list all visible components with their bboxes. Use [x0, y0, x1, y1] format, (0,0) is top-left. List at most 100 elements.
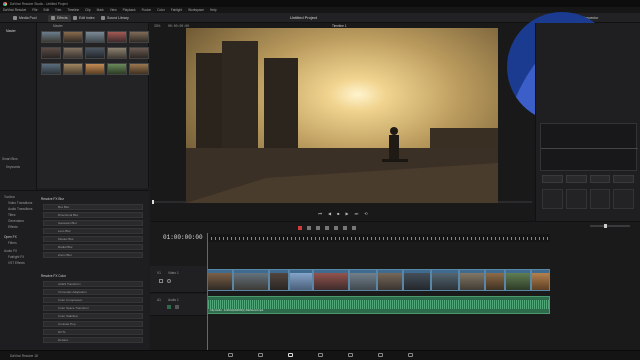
video-clip[interactable] [531, 269, 550, 291]
flag-icon[interactable] [343, 225, 347, 230]
video-clip[interactable] [289, 269, 313, 291]
reverse-play-icon[interactable]: ◀ [328, 211, 331, 216]
keywords-bin[interactable]: Keywords [6, 165, 20, 169]
menu-item[interactable]: DaVinci Resolve [3, 8, 26, 12]
eq-param-field[interactable] [589, 189, 611, 209]
fx-item[interactable]: Gaussian Blur [43, 220, 143, 226]
playhead[interactable] [207, 233, 208, 350]
snapping-icon[interactable] [325, 225, 329, 230]
menu-item[interactable]: Color [157, 8, 165, 12]
effects-button[interactable]: Effects [48, 14, 71, 22]
skip-back-icon[interactable]: ⏮ [318, 211, 322, 216]
edit-page-icon[interactable] [288, 353, 293, 357]
fx-section[interactable]: Filters [8, 241, 17, 245]
menu-item[interactable]: Mark [97, 8, 104, 12]
fusion-page-icon[interactable] [318, 353, 323, 357]
fx-section[interactable]: Titles [8, 213, 16, 217]
loop-icon[interactable]: ⟲ [364, 211, 367, 216]
timeline-ruler[interactable] [207, 234, 550, 242]
menu-item[interactable]: Edit [43, 8, 49, 12]
fx-item[interactable]: DCTL [43, 329, 143, 335]
video-clip[interactable] [403, 269, 431, 291]
fx-section[interactable]: Fairlight FX [8, 255, 24, 259]
fx-item[interactable]: Radial Blur [43, 244, 143, 250]
media-thumbnail[interactable] [129, 47, 149, 59]
fx-item[interactable]: Mosaic Blur [43, 236, 143, 242]
video-clip[interactable] [459, 269, 485, 291]
media-thumbnail[interactable] [107, 47, 127, 59]
media-thumbnail[interactable] [85, 31, 105, 43]
eq-band-button[interactable] [542, 175, 563, 183]
menu-item[interactable]: Timeline [67, 8, 79, 12]
media-thumbnail[interactable] [41, 47, 61, 59]
zoom-level[interactable]: 33% [154, 24, 160, 28]
fx-item[interactable]: Color Compressor [43, 297, 143, 303]
menu-item[interactable]: Workspace [188, 8, 204, 12]
eq-band-button[interactable] [565, 175, 587, 183]
sound-library-button[interactable]: Sound Library [98, 15, 132, 22]
play-icon[interactable]: ▶ [346, 211, 349, 216]
fx-item[interactable]: Zoom Blur [43, 252, 143, 258]
menu-item[interactable]: Clip [85, 8, 91, 12]
marker-icon[interactable] [352, 225, 356, 230]
media-thumbnail[interactable] [107, 63, 127, 75]
video-clip[interactable] [269, 269, 289, 291]
menu-item[interactable]: Playback [123, 8, 136, 12]
eye-icon[interactable] [167, 279, 171, 283]
solo-icon[interactable] [175, 305, 179, 309]
fx-section-selected[interactable]: Open FX [4, 235, 17, 239]
media-thumbnail[interactable] [63, 47, 83, 59]
cut-page-icon[interactable] [258, 353, 263, 357]
eq-band-button[interactable] [589, 175, 611, 183]
media-thumbnail[interactable] [63, 31, 83, 43]
scrubber-handle[interactable] [152, 200, 154, 204]
eq-graph[interactable] [540, 123, 638, 171]
track-name[interactable]: Video 1 [168, 271, 179, 275]
fx-section[interactable]: Video Transitions [8, 201, 32, 205]
color-page-icon[interactable] [348, 353, 353, 357]
track-name[interactable]: Audio 1 [168, 298, 179, 302]
menu-item[interactable]: Help [210, 8, 217, 12]
fx-section[interactable]: VST Effects [8, 261, 25, 265]
link-icon[interactable] [334, 225, 338, 230]
media-thumbnail[interactable] [107, 31, 127, 43]
fx-item[interactable]: Color Stabilizer [43, 313, 143, 319]
media-thumbnail[interactable] [41, 31, 61, 43]
eq-param-field[interactable] [565, 189, 587, 209]
eq-param-field[interactable] [613, 189, 634, 209]
fx-item[interactable]: Contrast Pop [43, 321, 143, 327]
fx-item[interactable]: Box Blur [43, 204, 143, 210]
lock-icon[interactable] [159, 279, 163, 283]
fx-item[interactable]: Directional Blur [43, 212, 143, 218]
fx-item[interactable]: ACES Transform [43, 281, 143, 287]
video-clip[interactable] [485, 269, 505, 291]
mute-icon[interactable] [167, 305, 171, 309]
menu-item[interactable]: Trim [55, 8, 61, 12]
eq-band-button[interactable] [613, 175, 634, 183]
fairlight-page-icon[interactable] [378, 353, 383, 357]
stop-icon[interactable]: ■ [337, 211, 339, 216]
video-clip[interactable] [349, 269, 377, 291]
fx-item[interactable]: Dehaze [43, 337, 143, 343]
media-thumbnail[interactable] [129, 31, 149, 43]
skip-forward-icon[interactable]: ⏭ [355, 211, 359, 216]
timeline-name[interactable]: Timeline 1 [332, 24, 347, 28]
media-thumbnail[interactable] [41, 63, 61, 75]
selection-tool-icon[interactable] [298, 225, 302, 230]
deliver-page-icon[interactable] [408, 353, 413, 357]
media-thumbnail[interactable] [129, 63, 149, 75]
video-clip[interactable] [207, 269, 233, 291]
fx-item[interactable]: Color Space Transform [43, 305, 143, 311]
menu-item[interactable]: View [110, 8, 117, 12]
fx-section[interactable]: Audio FX [4, 249, 17, 253]
media-pool-button[interactable]: Media Pool [10, 15, 40, 22]
video-clip[interactable] [313, 269, 349, 291]
menu-item[interactable]: Fairlight [171, 8, 182, 12]
zoom-slider[interactable] [590, 224, 630, 228]
trim-tool-icon[interactable] [307, 225, 311, 230]
media-page-icon[interactable] [228, 353, 233, 357]
audio-clip[interactable]: Clip Audio - lmdSn0p0wK8h(1).RatSound.mp… [207, 296, 550, 314]
video-clip[interactable] [431, 269, 459, 291]
fx-item[interactable]: Chromatic Adaptation [43, 289, 143, 295]
blade-tool-icon[interactable] [316, 225, 320, 230]
